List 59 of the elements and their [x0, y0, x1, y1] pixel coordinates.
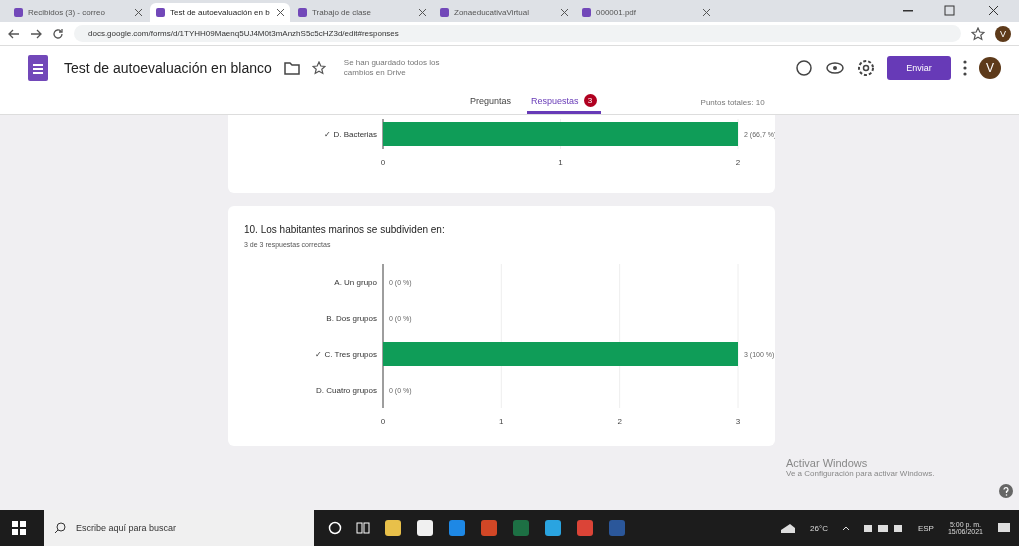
page-icon: [298, 8, 307, 17]
page-icon: [14, 8, 23, 17]
tray-icons-drawing[interactable]: [863, 522, 904, 534]
send-button[interactable]: Enviar: [887, 56, 951, 80]
axis-tick-label: 2: [735, 158, 741, 167]
axis-tick-label: 1: [499, 417, 504, 426]
star-icon[interactable]: [971, 26, 985, 41]
count-badge: 3: [583, 94, 597, 107]
weather-text: 26°C: [810, 523, 828, 533]
cortana-icon[interactable]: [328, 521, 342, 535]
avatar[interactable]: V: [995, 25, 1011, 42]
form-tab[interactable]: Preguntas: [466, 90, 516, 114]
forward-icon[interactable]: [30, 28, 42, 39]
total-points: Puntos totales: 10: [700, 97, 765, 107]
star-icon[interactable]: [311, 61, 326, 75]
category-label: ✓ C. Tres grupos: [315, 350, 377, 359]
folder-icon[interactable]: [283, 61, 300, 75]
task-view-icon[interactable]: [356, 521, 370, 535]
search-icon: [54, 522, 66, 534]
settings-icon[interactable]: [857, 59, 875, 77]
page-icon: [582, 8, 591, 17]
category-label: ✓ D. Bacterias: [324, 130, 377, 139]
close-icon[interactable]: [561, 9, 568, 16]
axis-tick-label: 3: [735, 417, 741, 426]
category-label: D. Cuatro grupos: [316, 386, 377, 395]
help-icon[interactable]: [999, 484, 1013, 498]
chevron-up-icon[interactable]: [841, 525, 850, 531]
activation-title: Activar Windows: [786, 457, 869, 469]
browser-tab[interactable]: Trabajo de clase: [292, 3, 432, 22]
address-field[interactable]: docs.google.com/forms/d/1TYHH09Maenq5UJ4M0t3mAnzhS5c5cHZ3d/edit#responses: [74, 25, 961, 42]
eye-icon[interactable]: [825, 61, 845, 75]
search-field[interactable]: Escribe aquí para buscar: [44, 510, 314, 546]
reload-icon[interactable]: [52, 27, 64, 40]
activation-text: Ve a Configuración para activar Windows.: [786, 469, 935, 478]
category-label: B. Dos grupos: [326, 314, 377, 323]
form-title[interactable]: Test de autoevaluación en blanco: [64, 60, 272, 76]
browser-tab[interactable]: Recibidos (3) - correo: [8, 3, 148, 22]
close-icon[interactable]: [135, 9, 142, 16]
save-status: Se han guardado todos los cambios en Drive: [343, 58, 441, 78]
category-label: A. Un grupo: [334, 278, 377, 287]
forms-logo-icon: [28, 55, 48, 81]
language-indicator[interactable]: ESP: [917, 523, 934, 533]
axis-tick-label: 0: [380, 158, 386, 167]
start-icon[interactable]: [12, 521, 26, 535]
axis-tick-label: 2: [617, 417, 622, 426]
close-icon[interactable]: [277, 9, 284, 16]
question-title: 10. Los habitantes marinos se subdividen en:: [244, 224, 446, 235]
browser-tab[interactable]: Test de autoevaluación en b: [150, 3, 290, 22]
axis-tick-label: 1: [558, 158, 563, 167]
close-icon[interactable]: [419, 9, 426, 16]
back-icon[interactable]: [8, 28, 20, 39]
browser-tab[interactable]: 000001.pdf: [576, 3, 716, 22]
more-icon[interactable]: [963, 60, 967, 76]
page-icon: [440, 8, 449, 17]
axis-tick-label: 0: [380, 417, 386, 426]
avatar[interactable]: V: [979, 57, 1001, 79]
page-icon: [156, 8, 165, 17]
browser-tab[interactable]: ZonaeducativaVirtual: [434, 3, 574, 22]
close-icon[interactable]: [703, 9, 710, 16]
